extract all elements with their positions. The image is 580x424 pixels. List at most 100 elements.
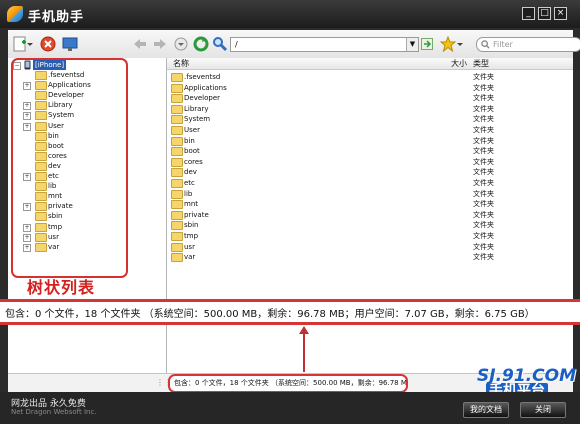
folder-icon [171,179,183,188]
list-item-type: 文件夹 [473,83,494,92]
folder-icon [171,147,183,157]
filter-input[interactable]: Filter [476,37,580,52]
list-item-name: sbin [184,221,199,230]
down-arrow-icon[interactable] [173,36,189,52]
folder-icon [171,157,183,167]
my-documents-button[interactable]: 我的文档 [463,402,509,418]
toolbar: / ▼ Filter [8,30,580,59]
list-item[interactable]: Applications 文件夹 [167,83,573,93]
footer-bar: 网龙出品 永久免费 Net Dragon Websoft Inc. 我的文档 关… [0,392,580,424]
list-item-name: System [184,115,211,124]
list-item-type: 文件夹 [473,126,494,134]
folder-icon [171,189,183,199]
list-item-type: 文件夹 [473,242,494,251]
list-item[interactable]: tmp 文件夹 [167,231,573,241]
list-item-name: bin [184,136,195,145]
list-item-type: 文件夹 [473,210,494,219]
list-item[interactable]: .fseventsd 文件夹 [167,72,573,82]
new-icon[interactable] [12,36,28,52]
list-item[interactable]: var 文件夹 [167,252,573,263]
annotation-arrowhead [299,326,309,334]
go-icon[interactable] [421,38,433,50]
minimize-icon[interactable]: _ [522,7,535,20]
monitor-icon[interactable] [62,36,78,52]
file-list[interactable]: 名称 大小 类型 .fseventsd 文件夹 Applications 文件夹 Dev… [167,58,573,392]
maximize-icon[interactable]: □ [538,7,551,20]
path-input[interactable]: / ▼ [230,37,419,52]
list-item[interactable]: private 文件夹 [167,210,573,220]
list-item-type: 文件夹 [473,115,494,124]
status-text: 包含：0 个文件，18 个文件夹 （系统空间：500.00 MB，剩余：96.7… [168,374,408,393]
list-item-type: 文件夹 [473,200,494,209]
list-item-name: Applications [184,83,227,92]
list-header: 名称 大小 类型 [167,58,573,70]
folder-icon [171,242,183,252]
list-item[interactable]: lib 文件夹 [167,189,573,199]
list-item-type: 文件夹 [473,179,494,187]
favorites-dropdown-icon[interactable] [457,36,463,52]
list-item[interactable]: sbin 文件夹 [167,220,573,231]
folder-icon [171,221,183,231]
search-icon[interactable] [212,36,228,52]
list-item-type: 文件夹 [473,147,494,156]
refresh-icon[interactable] [193,36,209,52]
close-button[interactable]: 关闭 [520,402,566,418]
folder-icon [171,253,183,263]
list-item-name: Library [184,104,209,113]
filter-search-icon [481,40,490,49]
list-item-name: usr [184,242,195,251]
list-item[interactable]: Developer 文件夹 [167,93,573,104]
folder-icon [171,94,183,104]
list-item-type: 文件夹 [473,136,494,145]
list-item-name: lib [184,189,193,198]
list-item-type: 文件夹 [473,104,494,113]
list-item[interactable]: cores 文件夹 [167,157,573,167]
list-item-name: tmp [184,232,199,240]
list-item-type: 文件夹 [473,221,494,230]
list-item-name: var [184,253,196,262]
list-item[interactable]: bin 文件夹 [167,136,573,146]
list-item[interactable]: dev 文件夹 [167,167,573,178]
folder-icon [171,104,183,114]
column-type-header[interactable]: 类型 [473,58,489,69]
list-item-name: mnt [184,200,198,209]
app-title: 手机助手 [28,10,85,25]
tree-caption: 树状列表 [27,278,96,297]
list-item[interactable]: mnt 文件夹 [167,199,573,210]
folder-icon [171,232,183,241]
folder-icon [171,168,183,178]
folder-icon [171,200,183,210]
folder-icon [171,73,183,82]
list-item-type: 文件夹 [473,232,494,240]
path-value: / [235,40,238,49]
list-item[interactable]: User 文件夹 [167,125,573,135]
list-item-type: 文件夹 [473,157,494,166]
list-item-type: 文件夹 [473,73,494,81]
list-item-type: 文件夹 [473,189,494,198]
folder-icon [171,83,183,93]
annotation-arrow [303,330,305,372]
list-item[interactable]: Library 文件夹 [167,104,573,114]
back-arrow-icon[interactable] [132,36,148,52]
list-item-type: 文件夹 [473,168,494,177]
list-item[interactable]: boot 文件夹 [167,146,573,157]
path-dropdown-icon[interactable]: ▼ [406,38,418,51]
list-item[interactable]: usr 文件夹 [167,242,573,252]
summary-callout: 包含：0 个文件，18 个文件夹 （系统空间：500.00 MB，剩余：96.7… [0,299,580,325]
column-name-header[interactable]: 名称 [173,58,189,69]
list-item[interactable]: System 文件夹 [167,114,573,125]
column-size-header[interactable]: 大小 [451,58,467,69]
star-icon[interactable] [440,36,456,52]
delete-icon[interactable] [40,36,56,52]
close-icon[interactable]: × [554,7,567,20]
list-item-name: .fseventsd [184,73,221,81]
list-item-name: User [184,126,200,134]
list-item[interactable]: etc 文件夹 [167,178,573,188]
list-item-name: cores [184,157,203,166]
folder-icon [171,126,183,135]
new-dropdown-icon[interactable] [27,36,33,52]
forward-arrow-icon[interactable] [152,36,168,52]
tree-highlight-annotation [11,58,128,278]
list-item-type: 文件夹 [473,253,494,262]
list-item-name: dev [184,168,197,177]
